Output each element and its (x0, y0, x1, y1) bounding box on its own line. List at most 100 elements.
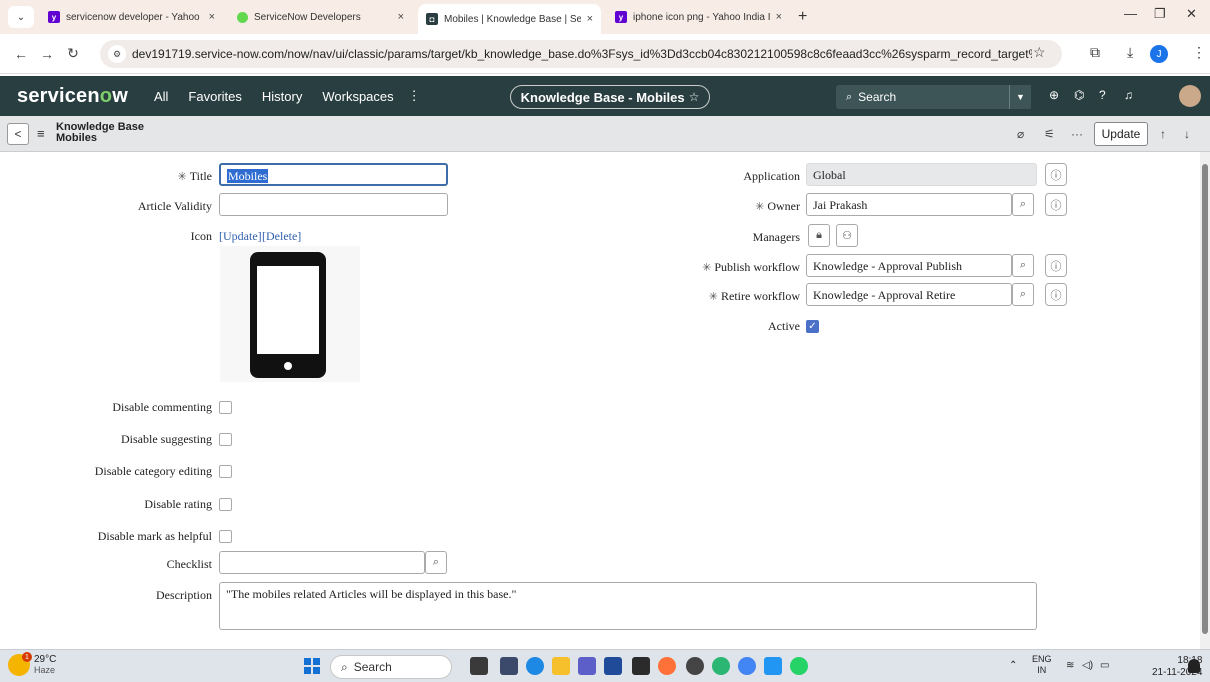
managers-add-me-icon[interactable]: ⚇ (836, 224, 858, 247)
task-view-icon[interactable] (500, 657, 518, 675)
url-field[interactable]: ⚙ dev191719.service-now.com/now/nav/ui/c… (100, 40, 1062, 68)
retire-workflow-input[interactable]: Knowledge - Approval Retire (806, 283, 1012, 306)
owner-info-icon[interactable]: ⓘ (1045, 193, 1067, 216)
disable-mark-helpful-checkbox[interactable] (219, 530, 232, 543)
back-button[interactable]: < (7, 123, 29, 145)
file-explorer-icon[interactable] (552, 657, 570, 675)
forward-arrow-icon[interactable]: → (34, 46, 60, 62)
context-pill[interactable]: Knowledge Base - Mobiles ☆ (510, 85, 710, 109)
retire-workflow-lookup-search-icon[interactable]: ⌕ (1012, 283, 1034, 306)
more-options-icon[interactable]: ··· (1071, 127, 1083, 141)
app-icon-green[interactable] (712, 657, 730, 675)
update-button[interactable]: Update (1094, 122, 1148, 146)
store-icon[interactable] (604, 657, 622, 675)
publish-workflow-input[interactable]: Knowledge - Approval Publish (806, 254, 1012, 277)
description-textarea[interactable]: "The mobiles related Articles will be di… (219, 582, 1037, 630)
connect-chat-icon[interactable]: ⌬ (1074, 88, 1084, 102)
form-scrollbar[interactable] (1200, 152, 1210, 649)
owner-lookup-search-icon[interactable]: ⌕ (1012, 193, 1034, 216)
article-validity-input[interactable] (219, 193, 448, 216)
global-search[interactable]: ⌕ Search ▼ (836, 85, 1031, 109)
active-checkbox[interactable]: ✓ (806, 320, 819, 333)
title-input[interactable]: Mobiles (219, 163, 448, 186)
context-menu-icon[interactable]: ≡ (37, 126, 45, 141)
whatsapp-icon[interactable] (790, 657, 808, 675)
checklist-input[interactable] (219, 551, 425, 574)
title-label: ✳ Title (177, 169, 212, 183)
windows-start-icon[interactable] (304, 658, 320, 674)
favorite-star-icon[interactable]: ☆ (689, 90, 700, 104)
publish-workflow-lookup-search-icon[interactable]: ⌕ (1012, 254, 1034, 277)
close-icon[interactable]: × (398, 11, 404, 23)
window-close-icon[interactable]: ✕ (1186, 6, 1197, 22)
close-icon[interactable]: × (776, 11, 782, 23)
icon-label: Icon (190, 229, 212, 243)
next-record-icon[interactable]: ↓ (1184, 127, 1190, 141)
language-indicator[interactable]: ENG IN (1032, 654, 1052, 676)
edge-browser-icon[interactable] (526, 657, 544, 675)
nav-all[interactable]: All (154, 89, 168, 104)
dell-icon[interactable] (686, 657, 704, 675)
bookmark-star-icon[interactable]: ☆ (1033, 44, 1046, 61)
tab-label: iphone icon png - Yahoo India I (633, 11, 770, 23)
notification-bell-icon[interactable]: ♫ (1124, 88, 1133, 102)
search-scope-dropdown[interactable]: ▼ (1009, 85, 1031, 109)
nav-workspaces[interactable]: Workspaces (322, 89, 393, 104)
checklist-lookup-search-icon[interactable]: ⌕ (425, 551, 447, 574)
app-icon[interactable] (632, 657, 650, 675)
photos-icon[interactable] (764, 657, 782, 675)
nav-favorites[interactable]: Favorites (188, 89, 241, 104)
volume-icon[interactable]: ◁) (1082, 660, 1093, 671)
weather-widget[interactable]: 1 29°C Haze (8, 652, 56, 676)
help-icon[interactable]: ? (1099, 88, 1106, 102)
browser-tab-3[interactable]: ◘ Mobiles | Knowledge Base | Ser × (418, 4, 601, 34)
globe-icon[interactable]: ⊕ (1049, 88, 1059, 102)
firefox-icon[interactable] (658, 657, 676, 675)
managers-lock-icon[interactable]: 🔒︎ (808, 224, 830, 247)
disable-commenting-checkbox[interactable] (219, 401, 232, 414)
minimize-icon[interactable]: — (1124, 6, 1137, 21)
attachment-icon[interactable]: ⌀ (1017, 127, 1024, 141)
teams-icon[interactable] (578, 657, 596, 675)
taskbar-search[interactable]: ⌕ Search (330, 655, 452, 679)
browser-tab-1[interactable]: y servicenow developer - Yahoo I × (40, 4, 223, 30)
close-icon[interactable]: × (587, 13, 593, 25)
browser-tab-2[interactable]: ServiceNow Developers × (229, 4, 412, 30)
application-label: Application (743, 169, 800, 183)
address-bar-row: ← → ↻ ⚙ dev191719.service-now.com/now/na… (0, 34, 1210, 74)
wifi-icon[interactable]: ≋ (1066, 660, 1074, 671)
disable-rating-checkbox[interactable] (219, 498, 232, 511)
owner-input[interactable]: Jai Prakash (806, 193, 1012, 216)
browser-tab-4[interactable]: y iphone icon png - Yahoo India I × (607, 4, 790, 30)
profile-avatar[interactable]: J (1150, 45, 1168, 63)
new-tab-button[interactable]: + (798, 8, 807, 26)
chrome-icon[interactable] (738, 657, 756, 675)
previous-record-icon[interactable]: ↑ (1160, 127, 1166, 141)
site-info-icon[interactable]: ⚙ (108, 45, 126, 63)
reload-icon[interactable]: ↻ (60, 45, 86, 62)
widgets-app-icon[interactable] (470, 657, 488, 675)
servicenow-logo[interactable]: servicenow (17, 85, 128, 108)
show-hidden-icons-icon[interactable]: ⌃ (1009, 660, 1017, 671)
back-arrow-icon[interactable]: ← (8, 46, 34, 62)
download-icon[interactable]: ⤓ (1127, 44, 1133, 61)
browser-menu-icon[interactable]: ⋮ (1192, 44, 1206, 61)
extensions-icon[interactable]: ⧉ (1090, 44, 1100, 61)
icon-delete-link[interactable]: [Delete] (262, 229, 301, 244)
close-icon[interactable]: × (209, 11, 215, 23)
nav-history[interactable]: History (262, 89, 302, 104)
icon-update-link[interactable]: [Update] (219, 229, 262, 244)
tab-search-button[interactable]: ⌄ (8, 6, 34, 28)
application-info-icon[interactable]: ⓘ (1045, 163, 1067, 186)
disable-category-editing-checkbox[interactable] (219, 465, 232, 478)
maximize-icon[interactable]: ❐ (1154, 6, 1166, 22)
battery-icon[interactable]: ▭ (1100, 660, 1109, 671)
publish-workflow-info-icon[interactable]: ⓘ (1045, 254, 1067, 277)
user-avatar[interactable] (1179, 85, 1201, 107)
retire-workflow-info-icon[interactable]: ⓘ (1045, 283, 1067, 306)
disable-suggesting-checkbox[interactable] (219, 433, 232, 446)
personalize-form-icon[interactable]: ⚟ (1044, 127, 1055, 141)
nav-more-icon[interactable]: ⋮ (408, 88, 421, 104)
notification-center-icon[interactable] (1188, 659, 1200, 673)
weather-sun-icon: 1 (8, 652, 32, 676)
